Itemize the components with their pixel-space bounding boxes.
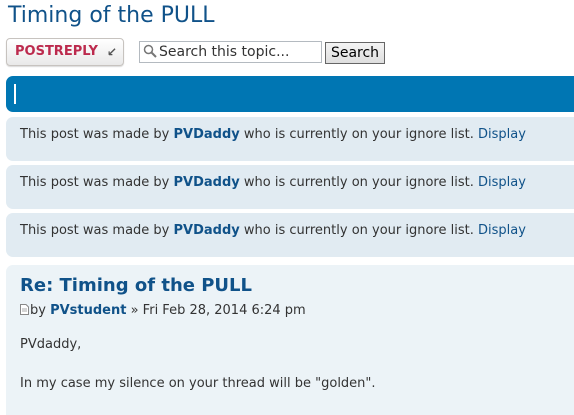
display-post-link[interactable]: Display [478, 223, 526, 238]
ignored-post-notice: This post was made by PVDaddy who is cur… [6, 213, 574, 257]
ignored-post-prefix: This post was made by [20, 127, 174, 142]
ignored-post-text: This post was made by PVDaddy who is cur… [20, 165, 526, 205]
search-button[interactable]: Search [325, 42, 385, 64]
ignored-user-name[interactable]: PVDaddy [174, 223, 240, 238]
ignored-user-name[interactable]: PVDaddy [174, 175, 240, 190]
ignored-post-suffix: who is currently on your ignore list. [239, 175, 478, 190]
display-post-link[interactable]: Display [478, 175, 526, 190]
post-body-line: PVdaddy, [20, 337, 82, 352]
ignored-post-prefix: This post was made by [20, 175, 174, 190]
ignored-post-text: This post was made by PVDaddy who is cur… [20, 117, 526, 157]
post-reply-label: POSTREPLY [15, 44, 98, 59]
search-box[interactable] [139, 41, 322, 63]
ignored-post-prefix: This post was made by [20, 223, 174, 238]
ignored-post-notice: This post was made by PVDaddy who is cur… [6, 165, 574, 209]
ignored-user-name[interactable]: PVDaddy [174, 127, 240, 142]
post-content: PVdaddy, In my case my silence on your t… [20, 337, 376, 391]
post-icon [20, 304, 29, 315]
post-date: » Fri Feb 28, 2014 6:24 pm [126, 303, 306, 318]
reply-arrow-icon: ↙ [106, 45, 117, 59]
post-reply-button[interactable]: POSTREPLY ↙ [6, 38, 124, 66]
post-body-line: In my case my silence on your thread wil… [20, 376, 376, 391]
post-subject[interactable]: Re: Timing of the PULL [20, 275, 252, 296]
navbar-marker [14, 84, 16, 104]
post-meta: by PVstudent » Fri Feb 28, 2014 6:24 pm [20, 303, 306, 318]
post-by: by [30, 303, 51, 318]
search-icon [143, 44, 157, 58]
topic-title[interactable]: Timing of the PULL [8, 3, 215, 28]
ignored-post-suffix: who is currently on your ignore list. [239, 223, 478, 238]
post: Re: Timing of the PULL by PVstudent » Fr… [6, 265, 574, 415]
ignored-post-text: This post was made by PVDaddy who is cur… [20, 213, 526, 253]
ignored-post-notice: This post was made by PVDaddy who is cur… [6, 117, 574, 161]
ignored-post-suffix: who is currently on your ignore list. [239, 127, 478, 142]
navigation-bar [6, 76, 574, 112]
post-author[interactable]: PVstudent [50, 303, 126, 318]
display-post-link[interactable]: Display [478, 127, 526, 142]
search-input[interactable] [159, 42, 319, 62]
